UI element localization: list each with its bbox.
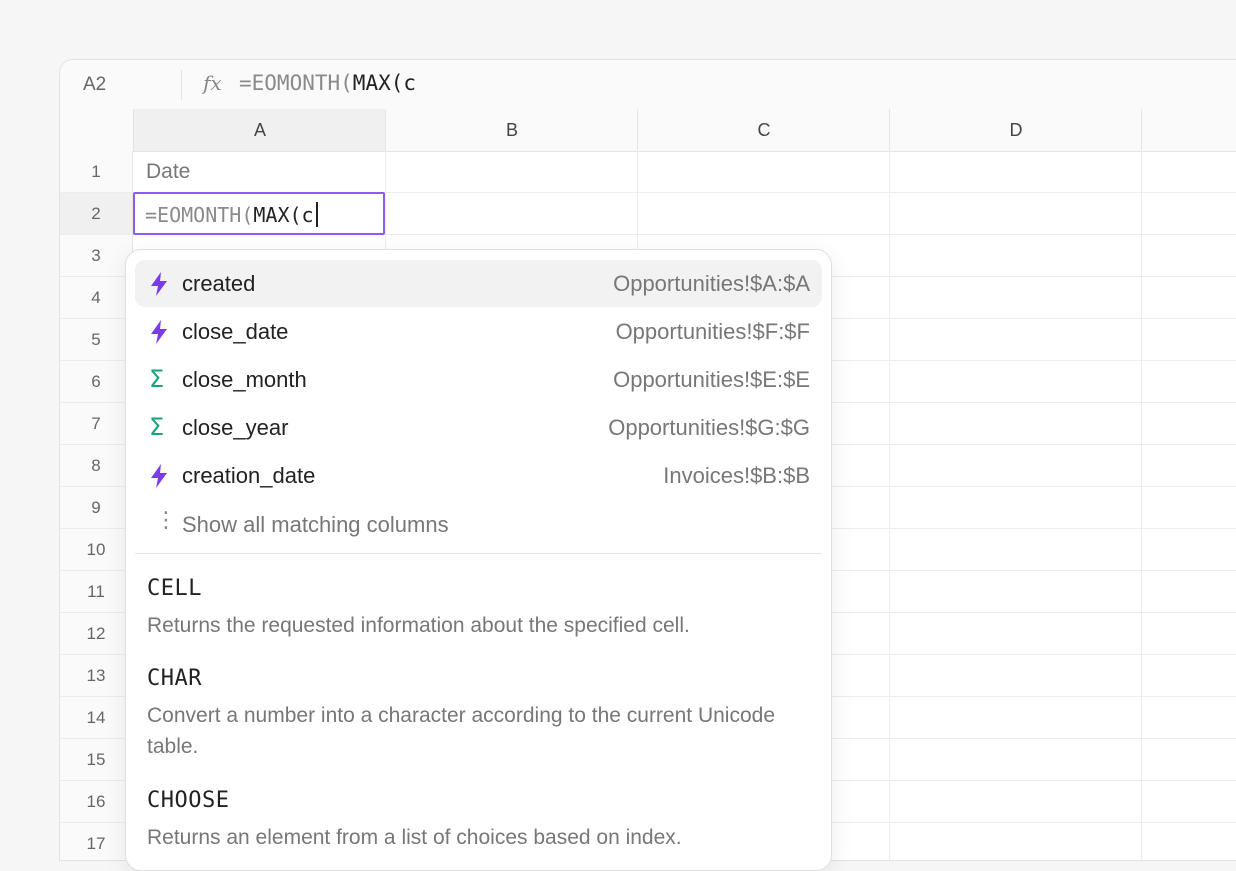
column-suggestion-close-month[interactable]: Σclose_month Opportunities!$E:$E [135, 356, 822, 403]
row-header-11[interactable]: 11 [60, 571, 133, 613]
column-reference: Opportunities!$E:$E [613, 367, 810, 392]
cell-a2-strong-text: MAX(c [253, 203, 314, 227]
column-suggestion-created[interactable]: created Opportunities!$A:$A [135, 260, 822, 307]
row-header-1[interactable]: 1 [60, 151, 133, 193]
formula-strong-text: MAX(c [352, 71, 417, 95]
column-header-a[interactable]: A [133, 109, 386, 151]
text-caret [315, 202, 318, 227]
function-description: Returns an element from a list of choice… [147, 826, 682, 849]
grid-vline [889, 151, 890, 860]
cell-a2-muted-text: =EOMONTH( [145, 203, 254, 227]
row-header-2[interactable]: 2 [60, 193, 133, 235]
row-header-17[interactable]: 17 [60, 823, 133, 860]
bolt-icon [149, 319, 171, 345]
sigma-icon: Σ [149, 365, 165, 393]
grid-vline [1141, 151, 1142, 860]
column-header-e[interactable] [1141, 109, 1236, 151]
column-suggestion-close-year[interactable]: Σclose_year Opportunities!$G:$G [135, 404, 822, 451]
function-suggestion-cell[interactable]: CELL Returns the requested information a… [147, 576, 801, 641]
more-vertical-icon: ⋮ [155, 507, 177, 532]
formula-bar: A2 fx =EOMONTH(MAX(c [60, 60, 1236, 110]
cell-reference-box[interactable]: A2 [83, 74, 106, 96]
column-header-d[interactable]: D [889, 109, 1142, 151]
row-header-8[interactable]: 8 [60, 445, 133, 487]
row-header-16[interactable]: 16 [60, 781, 133, 823]
function-description: Returns the requested information about … [147, 614, 690, 637]
function-name: CHAR [147, 666, 202, 691]
row-header-14[interactable]: 14 [60, 697, 133, 739]
column-suggestion-close-date[interactable]: close_date Opportunities!$F:$F [135, 308, 822, 355]
active-cell-a2[interactable]: =EOMONTH(MAX(c [133, 192, 385, 235]
column-name: close_month [182, 367, 307, 392]
bolt-icon [149, 271, 171, 297]
row-header-6[interactable]: 6 [60, 361, 133, 403]
formula-muted-text: =EOMONTH( [239, 71, 353, 95]
fx-icon: fx [203, 71, 222, 95]
row-header-9[interactable]: 9 [60, 487, 133, 529]
function-suggestion-choose[interactable]: CHOOSE Returns an element from a list of… [147, 788, 801, 853]
formula-input[interactable]: =EOMONTH(MAX(c [239, 71, 416, 95]
column-name: creation_date [182, 463, 316, 488]
row-header-7[interactable]: 7 [60, 403, 133, 445]
autocomplete-dropdown: created Opportunities!$A:$A close_date Oppo… [125, 249, 832, 871]
row-header-13[interactable]: 13 [60, 655, 133, 697]
row-header-3[interactable]: 3 [60, 235, 133, 277]
column-header-c[interactable]: C [637, 109, 890, 151]
column-reference: Opportunities!$F:$F [615, 319, 810, 344]
show-all-label: Show all matching columns [182, 512, 449, 537]
function-name: CHOOSE [147, 788, 230, 813]
column-suggestion-creation-date[interactable]: creation_date Invoices!$B:$B [135, 452, 822, 499]
cell-a1[interactable]: Date [146, 160, 190, 184]
row-header-15[interactable]: 15 [60, 739, 133, 781]
function-description: Convert a number into a character accord… [147, 704, 776, 758]
column-name: created [182, 271, 256, 296]
column-name: close_date [182, 319, 289, 344]
row-header-12[interactable]: 12 [60, 613, 133, 655]
column-header-b[interactable]: B [385, 109, 638, 151]
column-name: close_year [182, 415, 289, 440]
row-header-10[interactable]: 10 [60, 529, 133, 571]
column-header-row: A B C D [60, 109, 1236, 152]
bolt-icon [149, 463, 171, 489]
row-header-4[interactable]: 4 [60, 277, 133, 319]
row-header-5[interactable]: 5 [60, 319, 133, 361]
dropdown-divider [135, 553, 822, 554]
formula-bar-divider [181, 70, 182, 100]
column-reference: Opportunities!$G:$G [608, 415, 810, 440]
function-name: CELL [147, 576, 202, 601]
column-reference: Opportunities!$A:$A [613, 271, 810, 296]
column-reference: Invoices!$B:$B [663, 463, 810, 488]
show-all-matching-columns[interactable]: ⋮ Show all matching columns [135, 501, 822, 545]
function-suggestion-char[interactable]: CHAR Convert a number into a character a… [147, 666, 801, 762]
sigma-icon: Σ [149, 413, 165, 441]
